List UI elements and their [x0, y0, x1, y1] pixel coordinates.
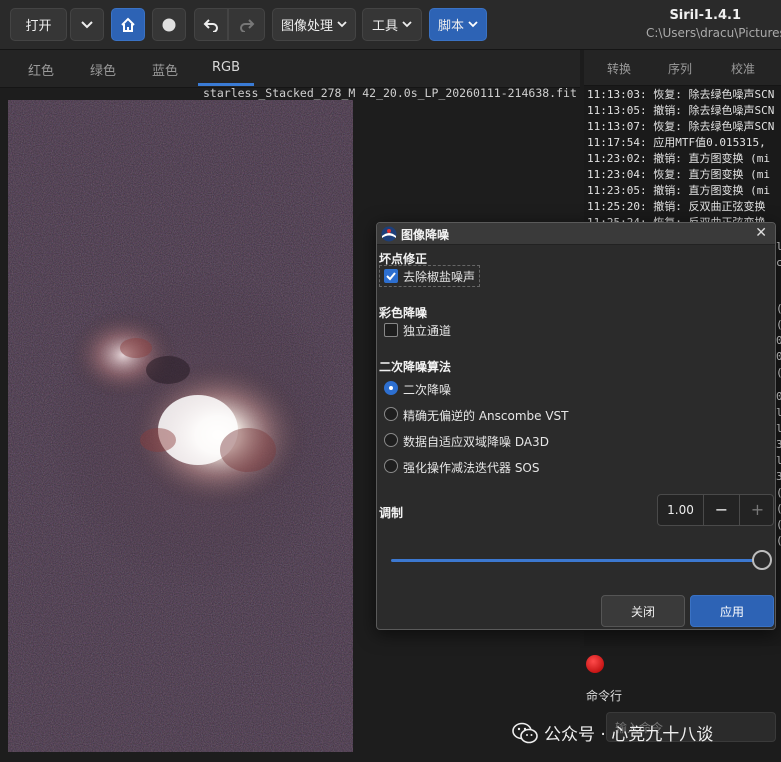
chevron-down-icon [402, 21, 412, 28]
close-button[interactable]: 关闭 [601, 595, 685, 627]
channel-tabs: 红色 绿色 蓝色 RGB [0, 50, 580, 88]
watermark-text: 公众号 · 心竞九十八谈 [544, 725, 714, 745]
console-edge-char: l [776, 406, 781, 419]
image-processing-label: 图像处理 [280, 19, 333, 34]
color-section: 彩色降噪 [379, 306, 428, 320]
modulation-slider-track[interactable] [391, 559, 765, 562]
image-processing-menu[interactable]: 图像处理 [272, 8, 356, 41]
console-line: 11:13:03: 恢复: 除去绿色噪声SCN [587, 88, 775, 101]
console-edge-char: 0 [776, 350, 781, 363]
siril-logo-icon [381, 226, 397, 242]
console-line: 11:23:02: 撤销: 直方图变换 (mi [587, 152, 770, 165]
console-line: 11:23:05: 撤销: 直方图变换 (mi [587, 184, 770, 197]
console-edge-char: l [776, 422, 781, 435]
tools-menu[interactable]: 工具 [362, 8, 422, 41]
console-edge-char: l [776, 454, 781, 467]
redo-icon [239, 18, 254, 32]
image-filename: starless_Stacked_278_M 42_20.0s_LP_20260… [203, 86, 577, 100]
dialog-titlebar[interactable]: 图像降噪 ✕ [377, 223, 775, 245]
algo-label[interactable]: 精确无偏逆的 Anscombe VST [403, 407, 568, 424]
redo-button[interactable] [228, 8, 265, 41]
watermark: 公众号 · 心竞九十八谈 [512, 720, 713, 745]
salt-pepper-checkbox[interactable] [384, 269, 398, 283]
console-edge-char: ( [776, 518, 781, 531]
checkmark-icon [386, 272, 396, 281]
undo-button[interactable] [194, 8, 228, 41]
console-edge-char: c [776, 256, 781, 269]
nebula-image [8, 100, 353, 752]
independent-channels-label[interactable]: 独立通道 [403, 322, 451, 339]
algo-radio-sos[interactable] [384, 459, 398, 473]
salt-pepper-label[interactable]: 去除椒盐噪声 [403, 268, 475, 285]
tab-blue[interactable]: 蓝色 [152, 60, 178, 79]
tab-sequence[interactable]: 序列 [668, 60, 692, 77]
console-line: 11:23:04: 恢复: 直方图变换 (mi [587, 168, 770, 181]
console-edge-char: ( [776, 318, 781, 331]
scripts-label: 脚本 [437, 19, 464, 34]
modulation-slider-handle[interactable] [752, 550, 772, 570]
home-icon [121, 17, 135, 32]
chevron-down-icon [81, 20, 93, 28]
tab-green[interactable]: 绿色 [90, 60, 116, 79]
astro-image[interactable] [8, 100, 353, 752]
console-edge-char: ( [776, 366, 781, 379]
console-line: 11:17:54: 应用MTF值0.015315, [587, 136, 766, 149]
console-edge-char: 3 [776, 438, 781, 451]
algo-radio-anscombe[interactable] [384, 407, 398, 421]
console-edge-char: ( [776, 302, 781, 315]
open-button[interactable]: 打开 [10, 8, 67, 41]
window-title: Siril-1.4.1 [669, 8, 741, 23]
open-button-label: 打开 [25, 19, 52, 34]
wechat-icon [512, 722, 538, 743]
apply-button[interactable]: 应用 [690, 595, 774, 627]
console-line: 11:25:20: 撤销: 反双曲正弦变换 [587, 200, 766, 213]
header-bar: 打开 图像处理 工具 脚本 Siril-1.4.1 C:\Users\dracu… [0, 0, 781, 50]
algo-label[interactable]: 二次降噪 [403, 381, 451, 398]
console-edge-char: l [776, 240, 781, 253]
algo-label[interactable]: 强化操作减法迭代器 SOS [403, 459, 540, 476]
console-edge-char: ( [776, 534, 781, 547]
console-edge-char: 0 [776, 390, 781, 403]
modulation-spinner[interactable]: 1.00 − + [657, 494, 774, 526]
console-line: 11:13:05: 撤销: 除去绿色噪声SCN [587, 104, 775, 117]
window-path: C:\Users\dracu\Pictures [646, 26, 781, 40]
algo-radio-secondary[interactable] [384, 381, 398, 395]
tab-calibration[interactable]: 校准 [731, 60, 755, 77]
stop-button[interactable] [586, 655, 604, 673]
record-button[interactable] [152, 8, 186, 41]
algo-radio-da3d[interactable] [384, 433, 398, 447]
console-edge-char: 3 [776, 470, 781, 483]
close-icon[interactable]: ✕ [755, 225, 767, 241]
independent-channels-checkbox[interactable] [384, 323, 398, 337]
algo-label[interactable]: 数据自适应双域降噪 DA3D [403, 433, 549, 450]
modulation-value[interactable]: 1.00 [658, 495, 703, 525]
tab-rgb[interactable]: RGB [212, 60, 240, 75]
tab-red[interactable]: 红色 [28, 60, 54, 79]
right-tabs: 转换 序列 校准 [584, 50, 781, 86]
console-line: 11:13:07: 恢复: 除去绿色噪声SCN [587, 120, 775, 133]
console-edge-char: 0 [776, 334, 781, 347]
dialog-title: 图像降噪 [401, 228, 450, 242]
siril-window: 打开 图像处理 工具 脚本 Siril-1.4.1 C:\Users\dracu… [0, 0, 781, 762]
tab-convert[interactable]: 转换 [607, 60, 631, 77]
command-line-label: 命令行 [586, 689, 623, 703]
console-edge-char: ( [776, 502, 781, 515]
scripts-menu[interactable]: 脚本 [429, 8, 487, 41]
home-button[interactable] [111, 8, 145, 41]
chevron-down-icon [468, 21, 478, 28]
denoise-dialog: 图像降噪 ✕ 坏点修正 去除椒盐噪声 彩色降噪 独立通道 二次降噪算法 二次降噪… [376, 222, 776, 630]
console-edge-char: ( [776, 486, 781, 499]
modulation-label: 调制 [379, 506, 404, 520]
plus-button[interactable]: + [739, 495, 775, 525]
tools-label: 工具 [371, 19, 398, 34]
secondary-section: 二次降噪算法 [379, 360, 452, 374]
undo-icon [203, 18, 218, 32]
chevron-down-icon [337, 21, 347, 28]
circle-icon [162, 18, 176, 31]
open-dropdown-button[interactable] [70, 8, 104, 41]
minus-button[interactable]: − [703, 495, 739, 525]
